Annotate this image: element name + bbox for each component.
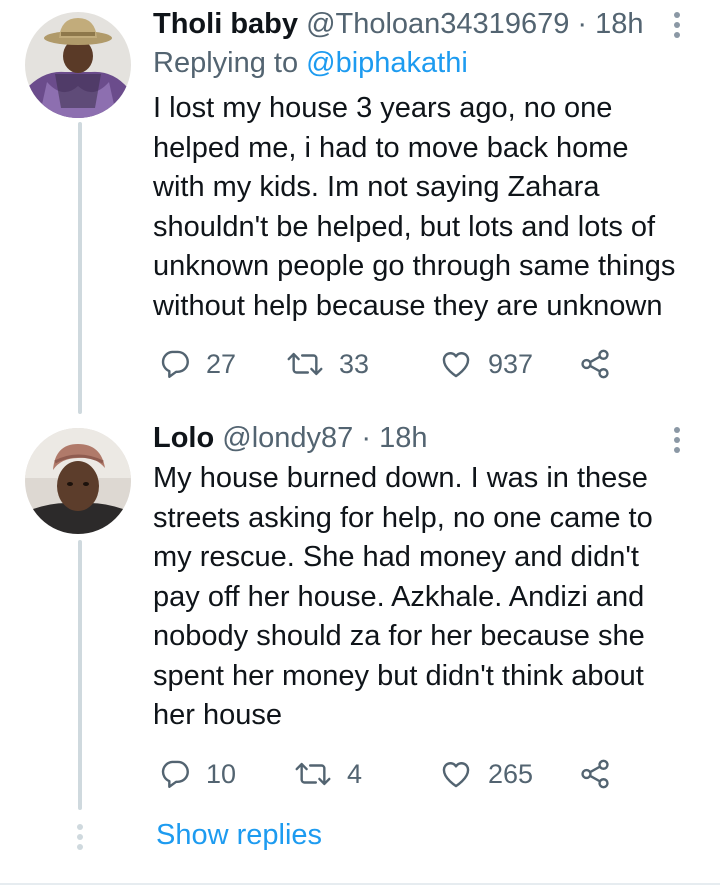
reply-count: 10 <box>206 758 237 789</box>
like-icon <box>442 352 470 378</box>
tweet-line: nobody should za for her because she <box>153 620 645 652</box>
tweet-line: with my kids. Im not saying Zahara <box>153 171 600 203</box>
timestamp[interactable]: 18h <box>595 8 643 40</box>
tweet-line: helped me, i had to move back home <box>153 131 629 164</box>
tweet-line: streets asking for help, no one came to <box>153 501 653 534</box>
reply-icon <box>161 760 189 788</box>
action-bar: 10 4 265 <box>153 754 653 794</box>
replying-to: Replying to @biphakathi <box>153 45 468 81</box>
reply-count: 27 <box>206 348 237 379</box>
retweet-button[interactable]: 4 <box>293 754 362 794</box>
retweet-count: 33 <box>339 348 370 379</box>
separator: · <box>569 8 596 40</box>
share-button[interactable] <box>578 344 612 384</box>
action-bar: 27 33 937 <box>153 344 653 384</box>
tweet-line: my rescue. She had money and didn't <box>153 541 639 573</box>
mention-link[interactable]: @biphakathi <box>306 47 468 79</box>
tweet-header: Tholi baby @Tholoan34319679 · 18h <box>153 6 644 42</box>
tweet-line: without help because they are unknown <box>153 289 663 322</box>
like-button[interactable]: 937 <box>438 344 533 384</box>
more-icon[interactable] <box>662 8 692 44</box>
share-icon <box>581 349 609 379</box>
retweet-count: 4 <box>347 758 363 789</box>
tweet-line: shouldn't be helped, but lots and lots o… <box>153 210 656 243</box>
avatar[interactable] <box>25 12 131 118</box>
tweet-line: pay off her house. Azkhale. Andizi and <box>153 580 645 613</box>
show-replies-link[interactable]: Show replies <box>156 815 322 855</box>
tweet-header: Lolo @londy87 · 18h <box>153 420 427 456</box>
like-button[interactable]: 265 <box>438 754 533 794</box>
share-button[interactable] <box>578 754 612 794</box>
tweet-line: unknown people go through same things <box>153 250 676 282</box>
avatar-image <box>25 428 131 534</box>
reply-button[interactable]: 27 <box>158 344 236 384</box>
like-icon <box>442 762 470 788</box>
retweet-icon <box>295 762 331 786</box>
like-count: 265 <box>488 758 534 789</box>
avatar-image <box>25 12 131 118</box>
replying-prefix: Replying to <box>153 47 299 79</box>
share-icon <box>581 759 609 789</box>
tweet-text: I lost my house 3 years ago, no one help… <box>153 89 698 326</box>
display-name[interactable]: Lolo <box>153 422 214 454</box>
tweet-text: My house burned down. I was in these str… <box>153 459 698 736</box>
separator: · <box>353 422 380 454</box>
thread-ellipsis-icon <box>76 822 84 852</box>
handle[interactable]: @londy87 <box>222 422 353 454</box>
avatar[interactable] <box>25 428 131 534</box>
thread-line-1 <box>78 122 82 414</box>
like-count: 937 <box>488 348 534 379</box>
display-name[interactable]: Tholi baby <box>153 8 298 40</box>
handle[interactable]: @Tholoan34319679 <box>306 8 569 40</box>
reply-icon <box>161 350 189 378</box>
tweet-line: My house burned down. I was in these <box>153 462 648 494</box>
thread-line-2 <box>78 540 82 810</box>
tweet-line: I lost my house 3 years ago, no one <box>153 92 613 124</box>
retweet-button[interactable]: 33 <box>285 344 369 384</box>
retweet-icon <box>287 352 323 376</box>
tweet-line: spent her money but didn't think about <box>153 659 644 692</box>
tweet-line: her house <box>153 699 282 731</box>
reply-button[interactable]: 10 <box>158 754 236 794</box>
timestamp[interactable]: 18h <box>379 422 427 454</box>
more-icon[interactable] <box>662 423 692 459</box>
divider <box>0 883 720 885</box>
